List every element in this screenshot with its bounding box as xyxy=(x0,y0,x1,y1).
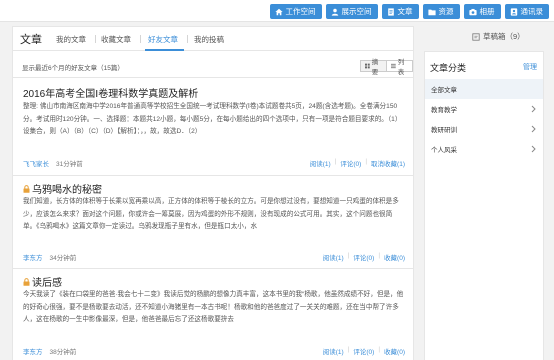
sidebar-item-label: 全部文章 xyxy=(431,87,457,94)
tab-divider xyxy=(95,35,96,43)
draft-icon xyxy=(472,32,480,41)
stats-divider: | xyxy=(365,158,368,165)
album-label: 相册 xyxy=(479,7,495,16)
article-title-text: 乌鸦喝水的秘密 xyxy=(32,185,102,196)
resources-button[interactable]: 资源 xyxy=(422,4,460,19)
draft-box-link[interactable]: 草稿箱（9） xyxy=(472,31,525,42)
stats-divider: | xyxy=(347,346,350,353)
stats-divider: | xyxy=(347,252,350,259)
sidebar-item-all-articles[interactable]: 全部文章 xyxy=(425,79,543,99)
article-time: 38分钟前 xyxy=(49,349,77,356)
tab-divider xyxy=(140,35,141,43)
article-author[interactable]: 李东方 xyxy=(23,349,43,356)
article-panel: 文章 我的文章 收藏文章 好友文章 我的投稿 显示最近6个月的好友文章（15篇）… xyxy=(12,26,414,360)
article-title-text: 2016年高考全国Ⅰ卷理科数学真题及解析 xyxy=(23,89,199,100)
tab-friend-articles[interactable]: 好友文章 xyxy=(148,34,178,45)
comment-count-link[interactable]: 评论(0) xyxy=(353,346,374,356)
article-excerpt: 今天我读了《装在口袋里的爸爸·我会七十二变》我读后觉的杨鹏的想像力真丰富，这本书… xyxy=(23,291,404,323)
article-title[interactable]: 乌鸦喝水的秘密 xyxy=(23,181,102,196)
article-title-text: 读后感 xyxy=(32,278,62,289)
showcase-label: 展示空间 xyxy=(341,7,372,16)
summary-view-button[interactable]: 摘要 xyxy=(360,59,387,76)
read-count-link[interactable]: 阅读(1) xyxy=(323,252,344,262)
sidebar-item-label: 个人风采 xyxy=(431,147,457,154)
articles-label: 文章 xyxy=(397,7,413,16)
article-footer: 李东方 34分钟前 阅读(1) | 评论(0) | 收藏(0) xyxy=(23,252,405,262)
articles-button[interactable]: 文章 xyxy=(381,4,419,19)
article-stats: 阅读(1) | 评论(0) | 收藏(0) xyxy=(323,346,405,356)
active-tab-indicator xyxy=(145,49,184,51)
grid-icon xyxy=(365,63,370,69)
article-author[interactable]: 飞飞家长 xyxy=(23,161,49,168)
article-stats: 阅读(1) | 评论(0) | 收藏(0) xyxy=(323,252,405,262)
favorite-toggle-link[interactable]: 收藏(0) xyxy=(384,346,405,356)
stats-divider: | xyxy=(378,252,381,259)
article-footer: 飞飞家长 31分钟前 阅读(1) | 评论(0) | 取消收藏(1) xyxy=(23,158,405,168)
read-count-link[interactable]: 阅读(1) xyxy=(323,346,344,356)
sidebar-item-label: 教研研训 xyxy=(431,127,457,134)
chevron-right-icon xyxy=(531,125,536,133)
contacts-button[interactable]: 通讯录 xyxy=(504,4,549,19)
article-title[interactable]: 读后感 xyxy=(23,274,62,289)
article-excerpt: 我们知道，长方体的体积等于长乘以宽再乘以高，正方体的体积等于棱长的立方。可是你想… xyxy=(23,198,399,230)
stats-divider: | xyxy=(378,346,381,353)
article-stats: 阅读(1) | 评论(0) | 取消收藏(1) xyxy=(310,158,405,168)
article-footer: 李东方 38分钟前 阅读(1) | 评论(0) | 收藏(0) xyxy=(23,346,405,356)
document-icon xyxy=(387,7,395,16)
sidebar-item-research[interactable]: 教研研训 xyxy=(425,119,543,139)
article-tabs: 文章 我的文章 收藏文章 好友文章 我的投稿 xyxy=(13,27,413,51)
lock-icon xyxy=(23,277,30,286)
tab-my-articles[interactable]: 我的文章 xyxy=(56,34,86,45)
read-count-link[interactable]: 阅读(1) xyxy=(310,158,331,168)
lock-icon xyxy=(23,184,30,193)
summary-view-label: 摘要 xyxy=(371,59,379,76)
tab-divider xyxy=(187,35,188,43)
chevron-right-icon xyxy=(531,105,536,113)
list-view-button[interactable]: 列表 xyxy=(387,59,413,76)
sidebar-item-personal[interactable]: 个人风采 xyxy=(425,139,543,159)
stats-divider: | xyxy=(334,158,337,165)
article-author[interactable]: 李东方 xyxy=(23,255,43,262)
sidebar-item-label: 教育教学 xyxy=(431,107,457,114)
top-bar: 工作空间 展示空间 文章 资源 相册 通讯录 xyxy=(0,0,554,22)
favorite-toggle-link[interactable]: 收藏(0) xyxy=(384,252,405,262)
contacts-icon xyxy=(510,7,518,16)
camera-icon xyxy=(468,8,477,16)
article-count-summary: 显示最近6个月的好友文章（15篇） xyxy=(22,65,124,72)
folder-icon xyxy=(427,8,436,16)
article-excerpt: 整理: 佛山市南海区南海中学2016年普通高等学校招生全国统一考试理科数学(Ⅰ卷… xyxy=(23,103,402,135)
workspace-button[interactable]: 工作空间 xyxy=(269,4,322,19)
top-nav: 工作空间 展示空间 文章 资源 相册 通讯录 xyxy=(269,4,549,19)
list-view-label: 列表 xyxy=(397,59,405,76)
category-sidebar: 文章分类 管理 全部文章 教育教学 教研研训 个人风采 xyxy=(424,51,544,360)
article-item: 读后感 今天我读了《装在口袋里的爸爸·我会七十二变》我读后觉的杨鹏的想像力真丰富… xyxy=(13,268,413,360)
list-icon xyxy=(391,63,396,69)
resources-label: 资源 xyxy=(438,7,454,16)
contacts-label: 通讯录 xyxy=(520,7,544,16)
article-item: 2016年高考全国Ⅰ卷理科数学真题及解析 整理: 佛山市南海区南海中学2016年… xyxy=(13,77,413,175)
view-toggle: 摘要 列表 xyxy=(360,59,413,76)
comment-count-link[interactable]: 评论(0) xyxy=(353,252,374,262)
album-button[interactable]: 相册 xyxy=(463,4,501,19)
home-icon xyxy=(274,8,283,16)
tab-favorite-articles[interactable]: 收藏文章 xyxy=(101,34,131,45)
article-time: 31分钟前 xyxy=(56,161,83,168)
article-item: 乌鸦喝水的秘密 我们知道，长方体的体积等于长乘以宽再乘以高，正方体的体积等于棱长… xyxy=(13,175,413,268)
comment-count-link[interactable]: 评论(0) xyxy=(340,158,361,168)
showcase-button[interactable]: 展示空间 xyxy=(325,4,378,19)
manage-categories-link[interactable]: 管理 xyxy=(523,62,537,72)
tab-my-submissions[interactable]: 我的投稿 xyxy=(194,34,224,45)
sidebar-title: 文章分类 xyxy=(430,63,467,73)
user-icon xyxy=(331,8,339,16)
favorite-toggle-link[interactable]: 取消收藏(1) xyxy=(371,158,405,168)
page-title: 文章 xyxy=(20,34,42,46)
chevron-right-icon xyxy=(531,145,536,153)
article-time: 34分钟前 xyxy=(49,255,77,262)
workspace-label: 工作空间 xyxy=(285,7,316,16)
sidebar-item-education[interactable]: 教育教学 xyxy=(425,99,543,119)
draft-box-label: 草稿箱（9） xyxy=(483,32,525,41)
article-title[interactable]: 2016年高考全国Ⅰ卷理科数学真题及解析 xyxy=(23,85,198,100)
